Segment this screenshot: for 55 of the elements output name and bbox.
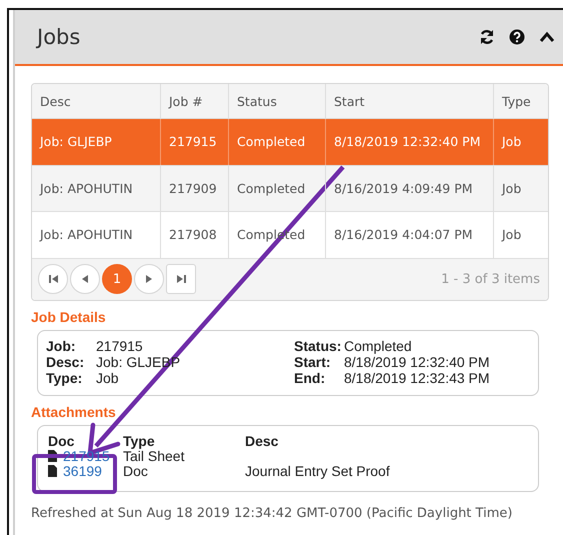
- section-heading: Job Details: [31, 308, 107, 324]
- table-cell: 8/18/2019 12:32:40 PM: [326, 119, 494, 164]
- field-label: Start:: [294, 354, 332, 370]
- table-cell: 8/16/2019 4:04:07 PM: [326, 212, 494, 258]
- attachment-type: Tail Sheet: [123, 448, 186, 464]
- table-cell-text: Job: [500, 226, 522, 244]
- table-cell: 217915: [161, 119, 229, 164]
- table-cell: 8/16/2019 4:09:49 PM: [326, 166, 494, 211]
- column-header: Type: [123, 434, 156, 448]
- table-cell: Job: GLJEBP: [32, 119, 161, 164]
- pager-summary: 1 - 3 of 3 items: [441, 272, 540, 286]
- field-label: Desc:: [46, 354, 86, 370]
- field-value: 217915: [96, 338, 144, 354]
- next-page-button[interactable]: [134, 264, 164, 294]
- table-cell: Job: APOHUTIN: [32, 166, 161, 211]
- next-icon: [146, 275, 152, 283]
- previous-icon: [82, 275, 88, 283]
- refresh-icon[interactable]: [479, 29, 495, 45]
- attachment-type: Doc: [123, 464, 149, 478]
- field-value: 8/18/2019 12:32:43 PM: [344, 370, 491, 386]
- column-header[interactable]: Job #: [161, 84, 229, 118]
- field-label: Type:: [46, 370, 84, 386]
- field-label: Job:: [46, 338, 77, 354]
- panel-title: Jobs: [37, 25, 82, 49]
- section-heading: Attachments: [31, 404, 117, 420]
- column-header[interactable]: Desc: [32, 84, 161, 118]
- collapse-icon[interactable]: [539, 31, 555, 43]
- field-value: 8/18/2019 12:32:40 PM: [344, 354, 491, 370]
- table-cell: Completed: [229, 119, 326, 164]
- table-cell: 217908: [161, 212, 229, 258]
- attachment-description: Journal Entry Set Proof: [245, 464, 391, 478]
- column-header: Doc: [48, 434, 76, 448]
- last-page-icon: [176, 275, 186, 283]
- status-text: Refreshed at Sun Aug 18 2019 12:34:42 GMT-0700 (Pacific Daylight Time): [31, 506, 514, 520]
- column-header[interactable]: Type: [494, 84, 548, 118]
- table-row[interactable]: Job: APOHUTIN 217909 Completed 8/16/2019 4:09:49 PM Job: [32, 166, 548, 212]
- first-page-icon: [48, 275, 58, 283]
- file-icon: [48, 465, 57, 477]
- last-page-button[interactable]: [166, 264, 196, 294]
- field-value: Completed: [344, 338, 413, 354]
- column-header: Desc: [245, 434, 280, 448]
- table-cell: Job: APOHUTIN: [32, 212, 161, 258]
- field-value: Job: [96, 370, 120, 386]
- first-page-button[interactable]: [38, 264, 68, 294]
- table-cell-text: Job: [500, 133, 522, 152]
- document-link[interactable]: 36199: [63, 464, 102, 478]
- column-header[interactable]: Start: [326, 84, 494, 118]
- table-cell: Completed: [229, 166, 326, 211]
- previous-page-button[interactable]: [70, 264, 100, 294]
- column-header[interactable]: Status: [229, 84, 326, 118]
- field-label: Status:: [294, 338, 342, 354]
- field-label: End:: [294, 370, 326, 386]
- table-cell-text: Job: [500, 180, 522, 198]
- table-cell: 217909: [161, 166, 229, 211]
- help-icon[interactable]: [509, 29, 525, 45]
